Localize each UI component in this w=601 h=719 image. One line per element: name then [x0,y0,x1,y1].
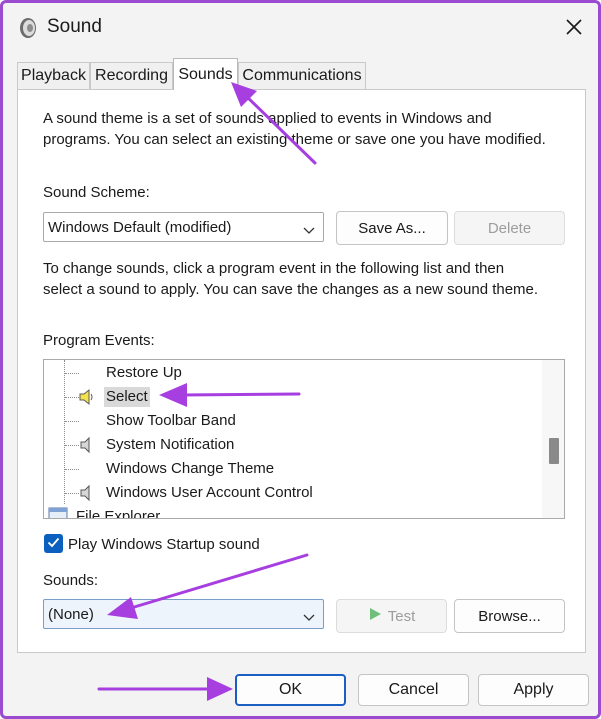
arrow-to-ok-button [97,677,233,701]
event-label: Restore Up [106,364,182,381]
sound-dialog: Sound Playback Recording Sounds Communic… [0,0,601,719]
list-item[interactable]: Windows Change Theme [44,457,534,481]
tab-recording[interactable]: Recording [90,62,173,89]
cancel-button[interactable]: Cancel [358,674,469,706]
list-item[interactable]: Restore Up [44,361,534,385]
close-icon [566,18,582,40]
sounds-value: (None) [48,605,94,623]
tab-communications[interactable]: Communications [238,62,366,89]
list-item[interactable]: Show Toolbar Band [44,409,534,433]
test-label: Test [387,607,416,625]
program-events-label: Program Events: [43,332,155,349]
event-label: File Explorer [76,508,161,519]
speaker-active-icon [78,388,96,410]
test-button[interactable]: Test [336,599,447,633]
speaker-icon [78,436,96,458]
event-label: Windows User Account Control [106,484,313,501]
event-label: System Notification [106,436,235,453]
list-item[interactable]: System Notification [44,433,534,457]
save-as-button[interactable]: Save As... [336,211,448,245]
scrollbar-thumb[interactable] [549,438,559,464]
sound-scheme-value: Windows Default (modified) [48,218,232,236]
sound-scheme-dropdown[interactable]: Windows Default (modified) [43,212,324,242]
sound-scheme-label: Sound Scheme: [43,184,150,201]
chevron-down-icon [303,222,315,239]
folder-window-icon [48,507,68,518]
instructions-line-1: To change sounds, click a program event … [43,260,505,277]
program-events-list[interactable]: Restore Up Select Show Toolbar Band Syst… [43,359,565,519]
sounds-panel: A sound theme is a set of sounds applied… [17,89,586,653]
list-item[interactable]: Windows User Account Control [44,481,534,505]
description-line-1: A sound theme is a set of sounds applied… [43,110,492,127]
ok-button[interactable]: OK [235,674,346,706]
instructions-line-2: select a sound to apply. You can save th… [43,281,539,298]
scrollbar[interactable] [542,360,564,518]
speaker-app-icon [18,17,38,39]
chevron-down-icon [303,609,315,626]
list-item-partial[interactable]: File Explorer [44,505,532,519]
window-title: Sound [47,16,102,37]
delete-button[interactable]: Delete [454,211,565,245]
event-label: Select [104,387,150,407]
startup-sound-label[interactable]: Play Windows Startup sound [68,535,260,555]
startup-sound-checkbox[interactable] [44,534,63,553]
browse-button[interactable]: Browse... [454,599,565,633]
list-item-selected[interactable]: Select [44,385,534,409]
sounds-label: Sounds: [43,572,99,589]
sounds-dropdown[interactable]: (None) [43,599,324,629]
tab-playback[interactable]: Playback [17,62,90,89]
event-label: Windows Change Theme [106,460,275,477]
title-bar[interactable]: Sound [3,3,598,57]
description-line-2: programs. You can select an existing the… [43,131,546,148]
checkmark-icon [47,535,60,553]
play-icon [368,607,382,625]
close-button[interactable] [556,11,592,47]
apply-button[interactable]: Apply [478,674,589,706]
speaker-icon [78,484,96,506]
tab-sounds[interactable]: Sounds [173,58,238,90]
event-label: Show Toolbar Band [106,412,236,429]
